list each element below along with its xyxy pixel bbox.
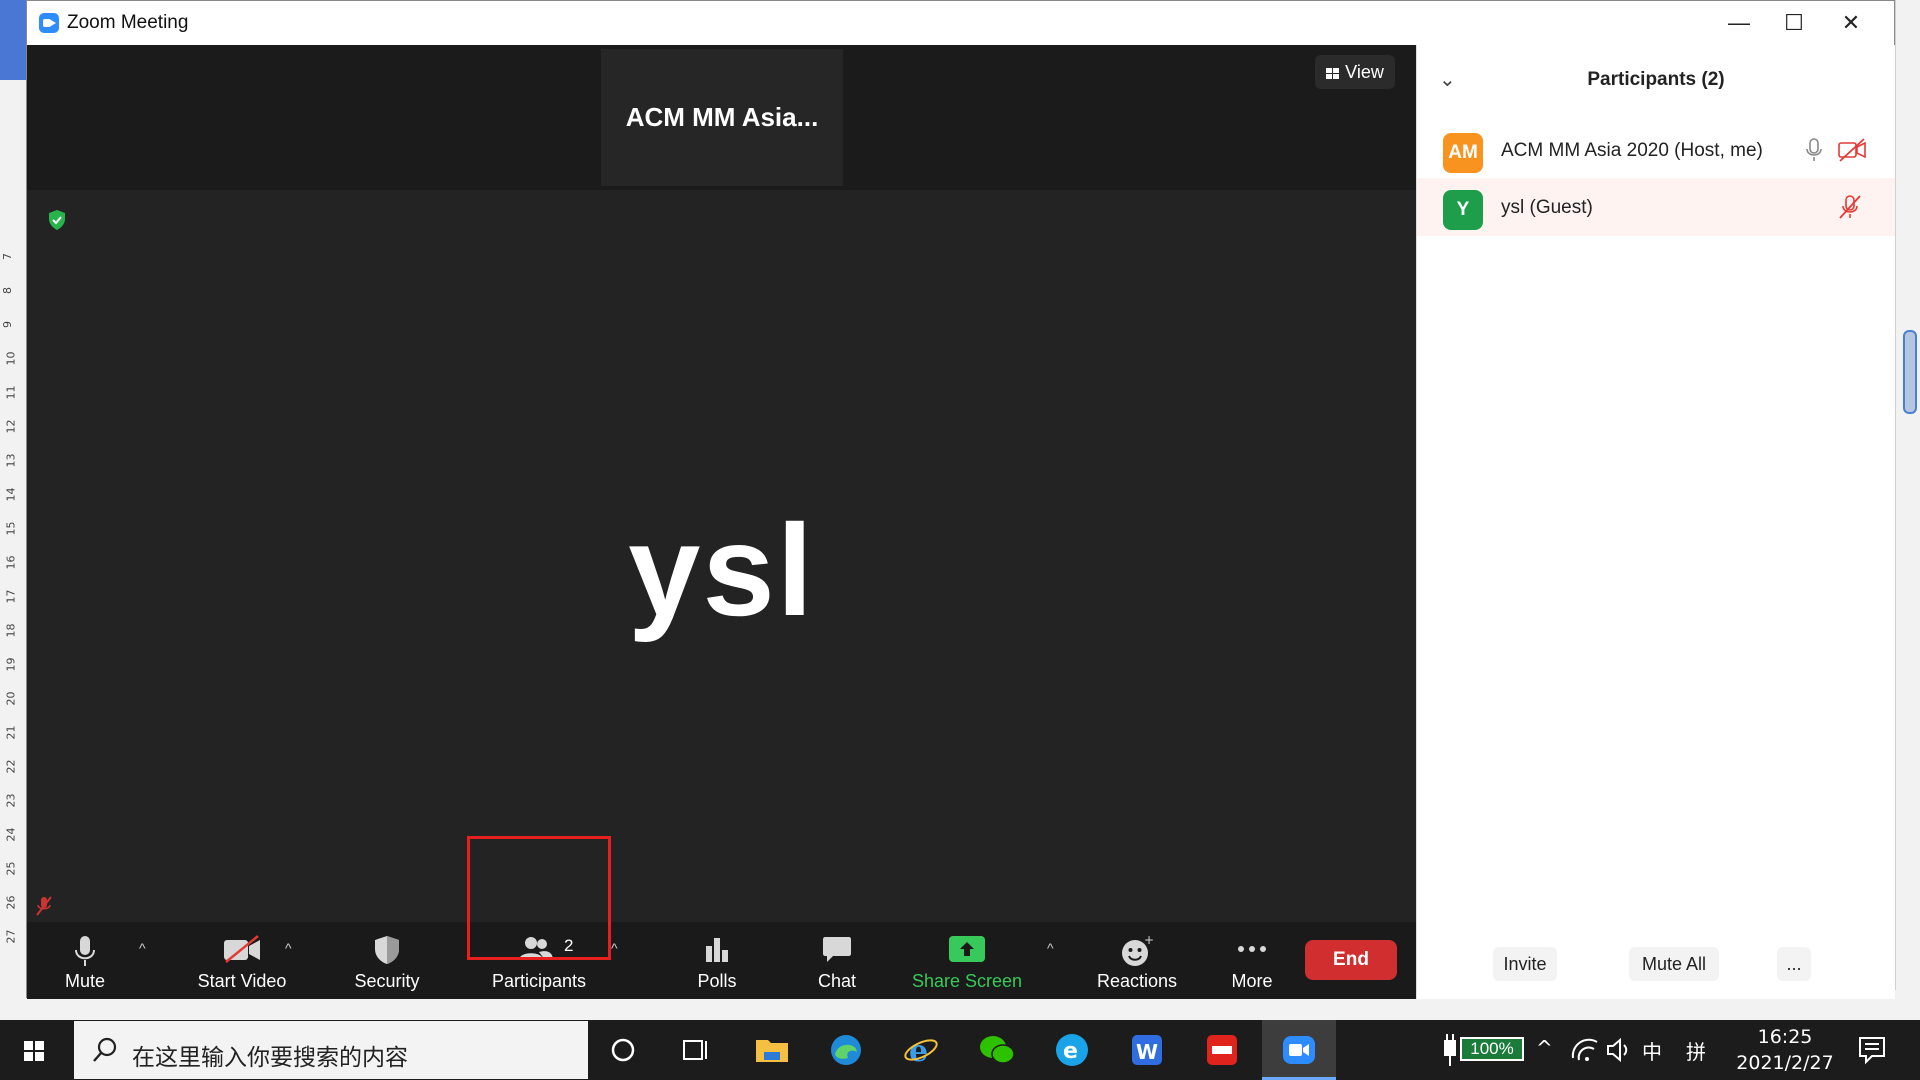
edge-browser-icon[interactable] <box>826 1030 866 1070</box>
avatar: AM <box>1443 133 1483 173</box>
mute-label: Mute <box>64 971 106 991</box>
muted-mic-icon <box>36 896 52 916</box>
more-label: More <box>1231 971 1273 991</box>
avatar: Y <box>1443 190 1483 230</box>
muted-mic-icon <box>1839 195 1861 219</box>
share-options-caret[interactable]: ^ <box>1047 940 1054 956</box>
zoom-taskbar-item[interactable] <box>1262 1020 1336 1080</box>
grid-icon <box>1326 68 1340 79</box>
word-scrollbar-thumb[interactable] <box>1903 330 1917 414</box>
view-label: View <box>1345 62 1384 82</box>
more-icon <box>1238 946 1266 952</box>
zoom-icon <box>1283 1036 1315 1064</box>
view-button[interactable]: View <box>1315 55 1395 89</box>
zoom-app-icon <box>39 13 59 33</box>
share-screen-label: Share Screen <box>911 971 1023 991</box>
battery-indicator[interactable]: 100% <box>1460 1037 1524 1061</box>
participants-highlight-box <box>467 836 611 960</box>
youdao-dictionary-icon[interactable] <box>1202 1030 1242 1070</box>
meeting-toolbar: Mute ^ Start Video ^ Security 2 Particip… <box>27 922 1416 999</box>
video-options-caret[interactable]: ^ <box>285 940 292 956</box>
svg-text:+: + <box>1144 934 1154 947</box>
meeting-area: ACM MM Asia... View ysl Mute ^ Start Vid… <box>27 45 1416 999</box>
window-title: Zoom Meeting <box>67 12 189 33</box>
security-button[interactable]: Security <box>337 922 437 999</box>
minimize-button[interactable]: — <box>1721 9 1757 37</box>
video-off-icon <box>1838 138 1866 162</box>
encryption-shield-icon[interactable] <box>47 209 67 231</box>
background-word-right-strip <box>1895 0 1920 1020</box>
file-explorer-icon[interactable] <box>752 1030 792 1070</box>
chat-icon <box>823 937 851 962</box>
participants-options-caret[interactable]: ^ <box>611 940 618 956</box>
video-off-icon <box>224 935 260 963</box>
volume-icon[interactable] <box>1600 1030 1640 1070</box>
windows-start-icon[interactable] <box>24 1041 44 1061</box>
start-video-label: Start Video <box>197 971 287 991</box>
participant-row[interactable]: Y ysl (Guest) <box>1417 178 1895 236</box>
close-button[interactable]: ✕ <box>1833 9 1869 37</box>
participant-name: ysl (Guest) <box>1501 197 1593 218</box>
panel-more-button[interactable]: ... <box>1777 947 1811 981</box>
chat-label: Chat <box>817 971 857 991</box>
mute-button[interactable]: Mute <box>47 922 123 999</box>
participants-panel: ⌄ Participants (2) AM ACM MM Asia 2020 (… <box>1416 45 1895 999</box>
panel-title: Participants (2) <box>1587 69 1725 90</box>
microphone-icon <box>1806 138 1822 161</box>
start-video-button[interactable]: Start Video <box>177 922 307 999</box>
panel-header: ⌄ Participants (2) <box>1417 45 1895 115</box>
zoom-window: Zoom Meeting — ☐ ✕ ACM MM Asia... View y… <box>26 0 1895 999</box>
taskbar: 在这里输入你要搜索的内容 e e W 100% ^ 中 拼 16:25 2021… <box>0 1020 1920 1080</box>
clock-date: 2021/2/27 <box>1736 1052 1834 1074</box>
search-icon <box>93 1037 117 1062</box>
wechat-icon[interactable] <box>977 1030 1017 1070</box>
maximize-button[interactable]: ☐ <box>1776 9 1812 37</box>
participant-thumbnail[interactable]: ACM MM Asia... <box>601 49 843 186</box>
thumbnail-strip: ACM MM Asia... View <box>27 45 1416 190</box>
more-button[interactable]: More <box>1202 922 1302 999</box>
wifi-icon[interactable] <box>1565 1030 1605 1070</box>
participant-name: ACM MM Asia 2020 (Host, me) <box>1501 140 1763 161</box>
security-label: Security <box>354 971 420 991</box>
wps-office-icon[interactable]: W <box>1127 1030 1167 1070</box>
microphone-icon <box>75 936 95 966</box>
end-meeting-button[interactable]: End <box>1305 940 1397 980</box>
word-accent-bar <box>0 0 26 80</box>
clock-time: 16:25 <box>1757 1026 1813 1048</box>
svg-text:W: W <box>1136 1040 1158 1064</box>
taskbar-search-box[interactable]: 在这里输入你要搜索的内容 <box>74 1021 588 1079</box>
security-shield-icon <box>375 936 399 964</box>
active-speaker-name: ysl <box>628 497 815 643</box>
audio-options-caret[interactable]: ^ <box>139 940 146 956</box>
polls-label: Polls <box>697 971 737 991</box>
ime-language-indicator[interactable]: 中 <box>1642 1036 1662 1065</box>
reactions-icon: + <box>1122 934 1154 966</box>
cortana-icon[interactable] <box>603 1030 643 1070</box>
polls-icon <box>706 938 728 962</box>
titlebar: Zoom Meeting — ☐ ✕ <box>27 1 1894 45</box>
chat-button[interactable]: Chat <box>787 922 887 999</box>
search-placeholder: 在这里输入你要搜索的内容 <box>132 1045 408 1071</box>
tray-overflow-chevron-icon[interactable]: ^ <box>1536 1036 1553 1060</box>
reactions-label: Reactions <box>1096 971 1178 991</box>
participants-label: Participants <box>491 971 587 991</box>
svg-text:e: e <box>909 1034 928 1069</box>
ime-mode-indicator[interactable]: 拼 <box>1686 1036 1706 1065</box>
mute-all-button[interactable]: Mute All <box>1629 947 1719 981</box>
participant-row[interactable]: AM ACM MM Asia 2020 (Host, me) <box>1417 121 1895 179</box>
vertical-ruler: 789 10 11 12 13 14 15 16 17 18 19 20 21 22 23 24 2… <box>1 253 18 944</box>
system-clock[interactable]: 16:25 2021/2/27 <box>1730 1024 1840 1076</box>
polls-button[interactable]: Polls <box>667 922 767 999</box>
share-screen-icon <box>949 936 985 962</box>
reactions-button[interactable]: + Reactions <box>1072 922 1202 999</box>
internet-explorer-icon[interactable]: e <box>901 1030 941 1070</box>
action-center-notification-icon[interactable] <box>1852 1030 1892 1070</box>
browser-e-icon[interactable]: e <box>1052 1030 1092 1070</box>
task-view-icon[interactable] <box>676 1030 716 1070</box>
share-screen-button[interactable]: Share Screen <box>892 922 1042 999</box>
invite-button[interactable]: Invite <box>1493 947 1557 981</box>
svg-text:e: e <box>1063 1039 1078 1064</box>
